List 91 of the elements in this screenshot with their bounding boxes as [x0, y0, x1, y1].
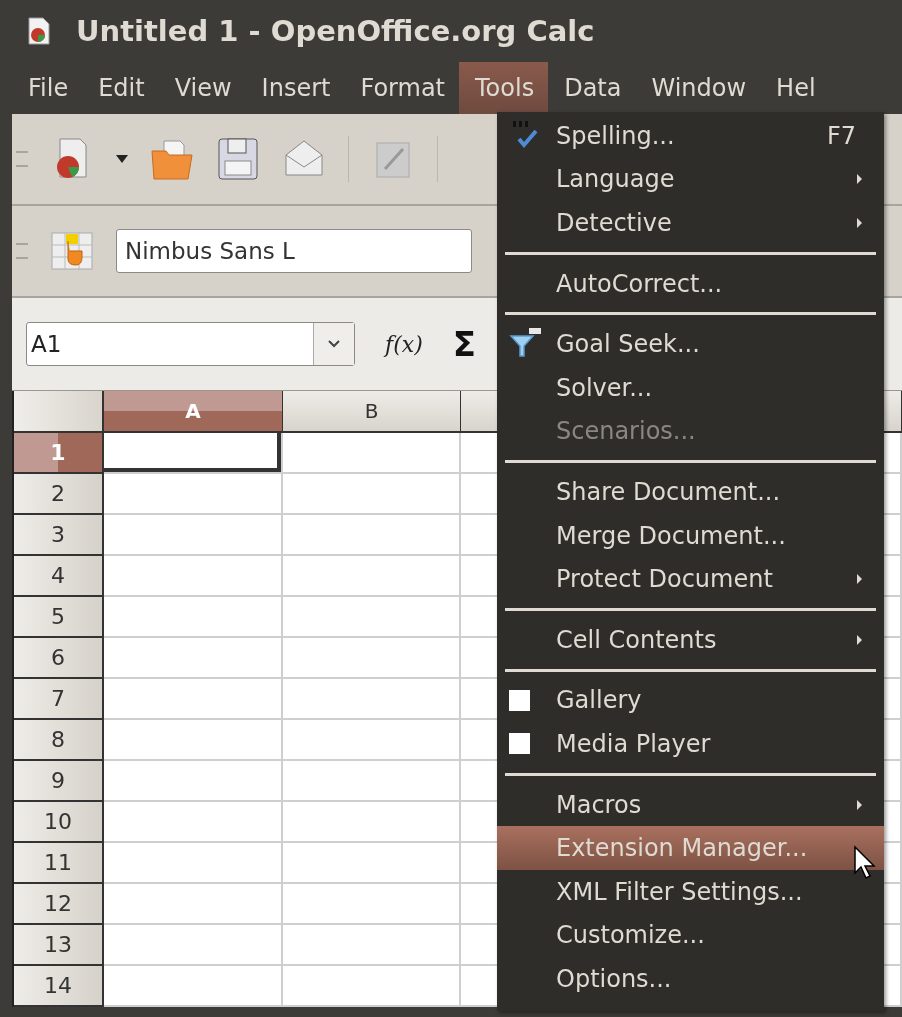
corner-header[interactable]	[14, 391, 104, 433]
column-header[interactable]: A	[104, 391, 283, 433]
table-cell[interactable]	[104, 638, 283, 679]
menu-item[interactable]: Goal Seek...	[497, 322, 884, 366]
menu-item[interactable]: AutoCorrect...	[497, 261, 884, 306]
table-cell[interactable]	[283, 761, 461, 802]
menu-item[interactable]: Edit	[82, 62, 159, 114]
submenu-arrow-icon	[857, 799, 862, 810]
table-cell[interactable]	[104, 802, 283, 843]
table-cell[interactable]	[283, 597, 461, 638]
mouse-pointer-icon	[853, 845, 879, 881]
table-cell[interactable]	[283, 679, 461, 720]
submenu-arrow-icon	[857, 574, 862, 585]
menu-item[interactable]: Spelling... F7	[497, 114, 884, 158]
table-cell[interactable]	[283, 884, 461, 925]
row-header[interactable]: 8	[14, 720, 104, 761]
menu-item[interactable]: Language	[497, 157, 884, 202]
app-icon	[28, 17, 50, 45]
menu-item[interactable]: Merge Document...	[497, 513, 884, 558]
cell-pointer-icon[interactable]	[50, 229, 94, 273]
table-cell[interactable]	[104, 597, 283, 638]
folder-icon[interactable]	[150, 137, 194, 181]
table-cell[interactable]	[283, 966, 461, 1007]
menu-item[interactable]: Media Player	[497, 722, 884, 766]
table-cell[interactable]	[283, 720, 461, 761]
menu-item[interactable]: Cell Contents	[497, 617, 884, 662]
menu-item[interactable]: Window	[635, 62, 761, 114]
row-header[interactable]: 7	[14, 679, 104, 720]
toolbar-grip[interactable]	[16, 151, 28, 167]
menu-item[interactable]: Detective	[497, 201, 884, 245]
table-cell[interactable]	[283, 925, 461, 966]
submenu-arrow-icon	[857, 174, 862, 185]
checkbox[interactable]	[509, 733, 530, 755]
column-header[interactable]: B	[283, 391, 461, 433]
table-cell[interactable]	[283, 474, 461, 515]
menu-item[interactable]: Solver...	[497, 365, 884, 410]
menu-item[interactable]: Protect Document	[497, 557, 884, 601]
submenu-arrow-icon	[857, 634, 862, 645]
caret-icon[interactable]	[116, 155, 128, 163]
toolbar-grip[interactable]	[16, 243, 28, 259]
menu-item[interactable]: Options...	[497, 957, 884, 1001]
row-header[interactable]: 3	[14, 515, 104, 556]
checkbox[interactable]	[509, 689, 530, 711]
menu-item[interactable]: Data	[548, 62, 636, 114]
row-header[interactable]: 14	[14, 966, 104, 1007]
menu-item[interactable]: Hel	[760, 62, 830, 114]
row-header[interactable]: 6	[14, 638, 104, 679]
row-header[interactable]: 13	[14, 925, 104, 966]
table-cell[interactable]	[283, 556, 461, 597]
menu-item[interactable]: File	[12, 62, 83, 114]
row-header[interactable]: 2	[14, 474, 104, 515]
menu-item[interactable]: Customize...	[497, 913, 884, 958]
menu-item[interactable]: XML Filter Settings...	[497, 869, 884, 914]
window-title: Untitled 1 - OpenOffice.org Calc	[76, 14, 595, 48]
table-cell[interactable]	[283, 433, 461, 474]
table-cell[interactable]	[283, 638, 461, 679]
table-cell[interactable]	[104, 761, 283, 802]
table-cell[interactable]	[104, 433, 283, 474]
row-header[interactable]: 4	[14, 556, 104, 597]
row-header[interactable]: 11	[14, 843, 104, 884]
submenu-arrow-icon	[857, 218, 862, 228]
table-cell[interactable]	[104, 556, 283, 597]
table-cell[interactable]	[104, 720, 283, 761]
table-cell[interactable]	[104, 925, 283, 966]
function-wizard-button[interactable]: f(x)	[385, 331, 423, 357]
menu-item[interactable]: View	[158, 62, 246, 114]
table-cell[interactable]	[104, 474, 283, 515]
table-cell[interactable]	[104, 515, 283, 556]
table-cell[interactable]	[104, 843, 283, 884]
row-header[interactable]: 12	[14, 884, 104, 925]
row-header[interactable]: 9	[14, 761, 104, 802]
font-name-field[interactable]: Nimbus Sans L	[116, 229, 472, 273]
menu-item[interactable]: Insert	[245, 62, 345, 114]
menu-item[interactable]: Gallery	[497, 678, 884, 723]
menu-item[interactable]: Share Document...	[497, 470, 884, 514]
menu-item[interactable]: Extension Manager...	[497, 826, 884, 870]
menu-item[interactable]: Macros	[497, 782, 884, 827]
table-cell[interactable]	[283, 802, 461, 843]
menu-item[interactable]: Tools	[459, 62, 549, 114]
table-cell[interactable]	[104, 884, 283, 925]
table-cell[interactable]	[283, 843, 461, 884]
chevron-down-icon[interactable]	[328, 340, 340, 348]
name-box[interactable]: A1	[26, 322, 355, 366]
row-header[interactable]: 10	[14, 802, 104, 843]
row-header[interactable]: 1	[14, 433, 104, 474]
row-header[interactable]: 5	[14, 597, 104, 638]
sum-button[interactable]: Σ	[452, 324, 476, 364]
table-cell[interactable]	[104, 966, 283, 1007]
menu-item[interactable]: Format	[344, 62, 460, 114]
table-cell[interactable]	[104, 679, 283, 720]
table-cell[interactable]	[283, 515, 461, 556]
